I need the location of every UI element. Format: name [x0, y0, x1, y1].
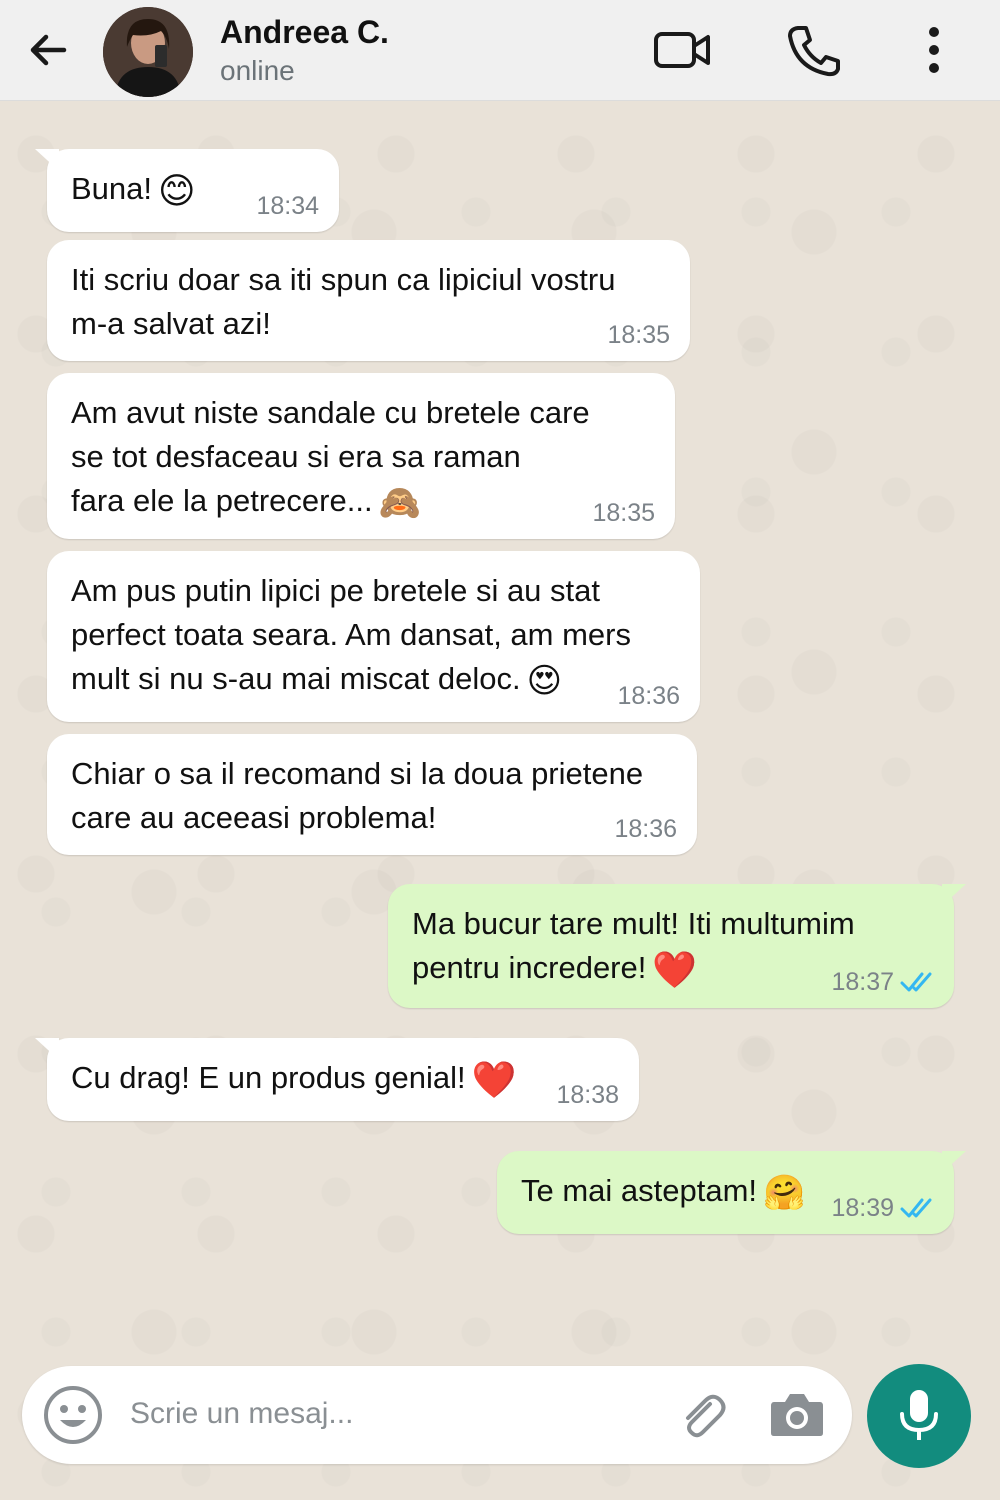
message-text: Iti scriu doar sa iti spun ca lipiciul v… — [71, 262, 616, 341]
message-bubble-incoming[interactable]: Buna! 😊 18:34 — [35, 149, 339, 232]
contact-name[interactable]: Andreea C. — [220, 14, 389, 51]
message-time: 18:36 — [617, 682, 680, 710]
message-time: 18:37 — [831, 968, 894, 996]
message-bubble-incoming[interactable]: Am avut niste sandale cu bretele care se… — [47, 373, 675, 539]
see-no-evil-monkey-emoji-icon: 🙈 — [378, 483, 421, 522]
message-input[interactable]: Scrie un mesaj... — [130, 1397, 353, 1431]
camera-icon[interactable] — [768, 1388, 826, 1440]
bubble-tail — [35, 149, 59, 171]
heart-eyes-emoji-icon: 😍 — [526, 661, 563, 700]
bubble-tail — [942, 1151, 966, 1173]
red-heart-emoji-icon: ❤️ — [652, 948, 698, 990]
mic-button[interactable] — [867, 1364, 971, 1468]
read-receipt-double-check-icon — [900, 972, 932, 992]
chat-header: Andreea C. online — [0, 0, 1000, 101]
message-text: Am pus putin lipici pe bretele si au sta… — [71, 569, 676, 703]
back-arrow-icon[interactable] — [24, 26, 72, 74]
message-time: 18:34 — [256, 192, 319, 220]
message-composer: Scrie un mesaj... — [22, 1366, 852, 1464]
bubble-tail — [942, 884, 966, 906]
message-text: Cu drag! E un produs genial! ❤️ — [71, 1058, 517, 1100]
red-heart-emoji-icon: ❤️ — [471, 1058, 517, 1100]
phone-call-icon[interactable] — [784, 22, 844, 78]
message-bubble-incoming[interactable]: Am pus putin lipici pe bretele si au sta… — [47, 551, 700, 722]
smiling-face-emoji-icon: 😊 — [158, 169, 196, 211]
message-text: Chiar o sa il recomand si la doua priete… — [71, 756, 644, 835]
attach-icon[interactable] — [676, 1390, 728, 1442]
message-text: Am avut niste sandale cu bretele care se… — [71, 391, 651, 525]
message-time: 18:39 — [831, 1194, 894, 1222]
message-bubble-incoming[interactable]: Cu drag! E un produs genial! ❤️ 18:38 — [35, 1038, 639, 1121]
message-time: 18:35 — [592, 499, 655, 527]
hugging-face-emoji-icon: 🤗 — [763, 1173, 806, 1212]
message-time: 18:38 — [556, 1081, 619, 1109]
emoji-icon[interactable] — [42, 1384, 104, 1446]
bubble-tail — [35, 1038, 59, 1060]
video-call-icon[interactable] — [652, 22, 712, 78]
read-receipt-double-check-icon — [900, 1198, 932, 1218]
message-bubble-incoming[interactable]: Iti scriu doar sa iti spun ca lipiciul v… — [47, 240, 690, 361]
more-options-icon[interactable] — [906, 22, 962, 78]
message-bubble-incoming[interactable]: Chiar o sa il recomand si la doua priete… — [47, 734, 697, 855]
message-bubble-outgoing[interactable]: Ma bucur tare mult! Iti multumim pentru … — [388, 884, 966, 1008]
avatar[interactable] — [103, 7, 193, 97]
message-time: 18:35 — [607, 321, 670, 349]
message-time: 18:36 — [614, 815, 677, 843]
contact-status: online — [220, 55, 295, 86]
message-bubble-outgoing[interactable]: Te mai asteptam! 🤗 18:39 — [497, 1151, 966, 1234]
mic-icon — [900, 1390, 938, 1440]
